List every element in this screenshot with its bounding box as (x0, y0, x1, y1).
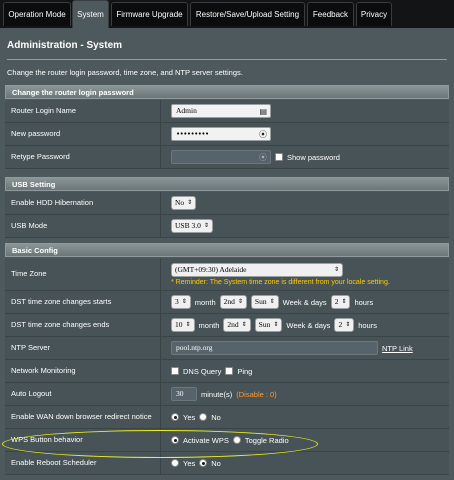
highlight-annotation-oval (2, 430, 318, 458)
dns-query-checkbox[interactable] (171, 367, 179, 375)
router-login-name-input[interactable]: Admin ▤ (171, 104, 271, 118)
label-dst-start: DST time zone changes starts (11, 291, 161, 313)
ping-checkbox[interactable] (225, 367, 234, 375)
dst-end-month-select[interactable]: 10 ⇕ (171, 318, 195, 332)
dst-end-day-select[interactable]: Sun ⇕ (254, 318, 283, 332)
content-panel: Administration - System Change the route… (0, 28, 454, 480)
row-new-password: New password ••••••••• ⦿ (5, 123, 449, 146)
label-auto-logout: Auto Logout (11, 383, 161, 405)
month-text: month (194, 297, 216, 307)
minutes-text: minute(s) (201, 389, 233, 399)
dst-start-day-select[interactable]: Sun ⇕ (250, 295, 279, 309)
row-dst-end: DST time zone changes ends 10 ⇕ month 2nd… (5, 314, 449, 337)
new-password-input[interactable]: ••••••••• ⦿ (171, 127, 271, 141)
password-manager-icon[interactable]: ⦿ (259, 152, 267, 163)
row-network-monitoring: Network Monitoring DNS Query Ping (5, 360, 449, 383)
select-arrows-icon: ⇕ (187, 199, 193, 206)
router-login-name-value: Admin (176, 106, 197, 115)
show-password-checkbox[interactable] (275, 153, 283, 161)
wan-redirect-no-label: No (211, 412, 221, 422)
tab-firmware-upgrade[interactable]: Firmware Upgrade (111, 2, 188, 26)
tab-feedback[interactable]: Feedback (307, 2, 354, 26)
show-password-label: Show password (287, 152, 340, 162)
row-wan-redirect: Enable WAN down browser redirect notice … (5, 406, 449, 429)
label-hdd-hibernation: Enable HDD Hibernation (11, 192, 161, 214)
label-usb-mode: USB Mode (11, 215, 161, 237)
section-header-login: Change the router login password (5, 85, 449, 99)
month-text: month (198, 320, 220, 330)
row-auto-logout: Auto Logout 30 minute(s) (Disable : 0) (5, 383, 449, 406)
row-ntp-server: NTP Server pool.ntp.org NTP Link (5, 337, 449, 360)
retype-password-input[interactable]: ⦿ (171, 150, 271, 164)
dst-end-week-select[interactable]: 2nd ⇕ (223, 318, 251, 332)
label-dst-end: DST time zone changes ends (11, 314, 161, 336)
select-arrows-icon: ⇕ (203, 222, 209, 229)
label-router-login-name: Router Login Name (11, 100, 161, 122)
select-arrows-icon: ⇕ (333, 265, 339, 273)
tab-restore-save-upload[interactable]: Restore/Save/Upload Setting (190, 2, 305, 26)
password-manager-icon[interactable]: ⦿ (259, 129, 267, 140)
hours-text: hours (354, 297, 374, 307)
row-retype-password: Retype Password ⦿ Show password (5, 146, 449, 169)
reboot-yes-radio[interactable] (171, 459, 179, 467)
row-hdd-hibernation: Enable HDD Hibernation No ⇕ (5, 192, 449, 215)
logout-disable-note: (Disable : 0) (236, 389, 277, 399)
auto-logout-input[interactable]: 30 (171, 387, 197, 401)
title-divider (7, 59, 447, 60)
row-usb-mode: USB Mode USB 3.0 ⇕ (5, 215, 449, 238)
wan-redirect-no-radio[interactable] (199, 413, 208, 421)
dst-start-month-select[interactable]: 3 ⇕ (171, 295, 191, 309)
dst-start-week-select[interactable]: 2nd ⇕ (219, 295, 247, 309)
row-router-login-name: Router Login Name Admin ▤ (5, 100, 449, 123)
tab-privacy[interactable]: Privacy (356, 2, 392, 26)
page-title: Administration - System (7, 40, 123, 51)
time-zone-reminder: * Reminder: The System time zone is diff… (171, 278, 390, 286)
tab-system[interactable]: System (72, 0, 109, 28)
label-network-monitoring: Network Monitoring (11, 360, 161, 382)
dst-start-hours-select[interactable]: 2 ⇕ (330, 295, 351, 309)
id-card-icon: ▤ (259, 107, 267, 116)
label-time-zone: Time Zone (11, 258, 161, 290)
tab-bar: Operation Mode System Firmware Upgrade R… (0, 0, 454, 28)
label-new-password: New password (11, 123, 161, 145)
tab-operation-mode[interactable]: Operation Mode (3, 2, 71, 26)
wan-redirect-yes-label: Yes (183, 412, 196, 422)
dst-end-hours-select[interactable]: 2 ⇕ (334, 318, 355, 332)
new-password-value: ••••••••• (176, 130, 209, 138)
usb-mode-select[interactable]: USB 3.0 ⇕ (171, 219, 213, 233)
wan-redirect-yes-radio[interactable] (171, 413, 179, 421)
row-time-zone: Time Zone (GMT+09:30) Adelaide ⇕ * Remind… (5, 258, 449, 291)
dns-query-label: DNS Query (183, 366, 222, 376)
reboot-no-label: No (211, 458, 221, 468)
ntp-link[interactable]: NTP Link (382, 344, 413, 353)
label-ntp-server: NTP Server (11, 337, 161, 359)
week-days-text: Week & days (282, 297, 327, 307)
time-zone-select[interactable]: (GMT+09:30) Adelaide ⇕ (171, 262, 343, 277)
label-wan-redirect: Enable WAN down browser redirect notice (11, 406, 161, 428)
ping-label: Ping (237, 366, 253, 376)
reboot-no-radio[interactable] (199, 459, 208, 467)
ntp-server-input[interactable]: pool.ntp.org (171, 341, 378, 355)
label-retype-password: Retype Password (11, 146, 161, 168)
week-days-text: Week & days (286, 320, 331, 330)
page-description: Change the router login password, time z… (7, 68, 243, 77)
hdd-hibernation-select[interactable]: No ⇕ (171, 196, 197, 210)
section-header-basic-config: Basic Config (5, 243, 449, 257)
hours-text: hours (358, 320, 377, 330)
row-dst-start: DST time zone changes starts 3 ⇕ month 2n… (5, 291, 449, 314)
section-header-usb: USB Setting (5, 177, 449, 191)
reboot-yes-label: Yes (183, 458, 196, 468)
